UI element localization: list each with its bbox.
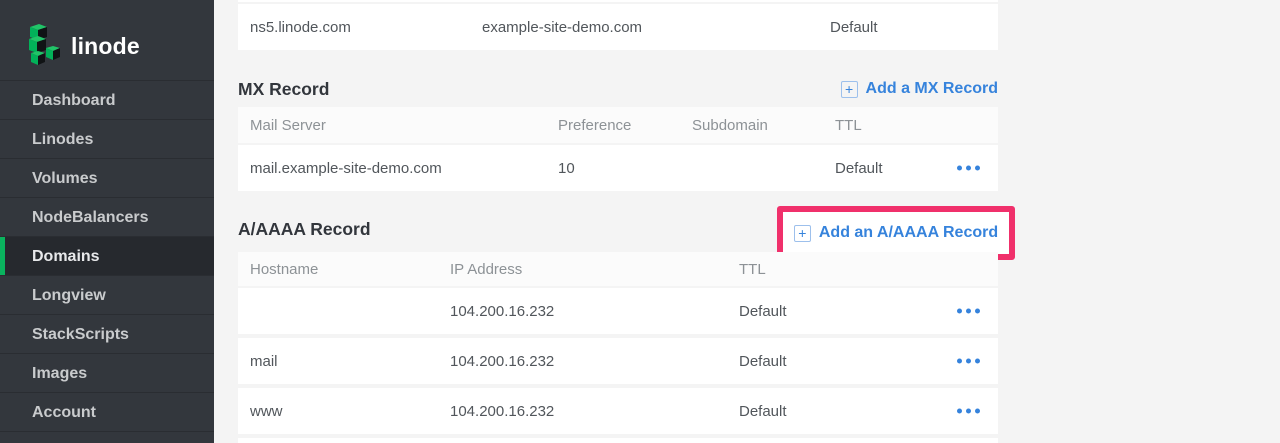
- a-col-ttl: TTL: [739, 252, 766, 286]
- sidebar-item-linodes[interactable]: Linodes: [0, 120, 214, 159]
- mx-preference-cell: 10: [558, 145, 575, 191]
- linode-logo-icon: [22, 23, 62, 69]
- linode-logo[interactable]: linode: [0, 0, 214, 76]
- a-row-actions-menu-icon[interactable]: [953, 303, 984, 320]
- mx-col-ttl: TTL: [835, 107, 862, 143]
- mx-ttl-cell: Default: [835, 145, 883, 191]
- add-a-aaaa-record-label: Add an A/AAAA Record: [819, 224, 998, 242]
- a-table-row-partial: [238, 438, 998, 443]
- add-mx-record-button[interactable]: + Add a MX Record: [841, 80, 998, 98]
- a-ttl-cell: Default: [739, 388, 787, 434]
- plus-icon: +: [794, 225, 811, 242]
- a-ip-cell: 104.200.16.232: [450, 388, 554, 434]
- add-a-aaaa-record-button[interactable]: + Add an A/AAAA Record: [794, 224, 998, 242]
- a-hostname-cell: www: [250, 388, 283, 434]
- sidebar-item-longview[interactable]: Longview: [0, 276, 214, 315]
- a-ttl-cell: Default: [739, 338, 787, 384]
- a-ip-cell: 104.200.16.232: [450, 338, 554, 384]
- a-section-title: A/AAAA Record: [238, 219, 371, 240]
- mx-table-header: Mail Server Preference Subdomain TTL: [238, 107, 998, 143]
- sidebar: linode Dashboard Linodes Volumes NodeBal…: [0, 0, 214, 443]
- sidebar-item-stackscripts[interactable]: StackScripts: [0, 315, 214, 354]
- ns-domain-cell: example-site-demo.com: [482, 4, 642, 50]
- mx-col-subdomain: Subdomain: [692, 107, 768, 143]
- a-table-row: 104.200.16.232 Default: [238, 288, 998, 334]
- mx-col-preference: Preference: [558, 107, 631, 143]
- add-mx-record-label: Add a MX Record: [866, 80, 998, 98]
- ns-table-row: ns5.linode.com example-site-demo.com Def…: [238, 4, 998, 50]
- a-ttl-cell: Default: [739, 288, 787, 334]
- sidebar-nav: Dashboard Linodes Volumes NodeBalancers …: [0, 80, 214, 432]
- sidebar-item-nodebalancers[interactable]: NodeBalancers: [0, 198, 214, 237]
- a-table-header: Hostname IP Address TTL: [238, 252, 998, 286]
- sidebar-item-domains[interactable]: Domains: [0, 237, 214, 276]
- a-ip-cell: 104.200.16.232: [450, 288, 554, 334]
- domain-records-panel: ns5.linode.com example-site-demo.com Def…: [214, 0, 1280, 443]
- linode-manager-screen: linode Dashboard Linodes Volumes NodeBal…: [0, 0, 1280, 443]
- mx-row-actions-menu-icon[interactable]: [953, 160, 984, 177]
- a-table-row: www 104.200.16.232 Default: [238, 388, 998, 434]
- a-row-actions-menu-icon[interactable]: [953, 353, 984, 370]
- ns-name-server-cell: ns5.linode.com: [250, 4, 351, 50]
- ns-table-row-partial: [238, 0, 998, 2]
- sidebar-item-volumes[interactable]: Volumes: [0, 159, 214, 198]
- a-hostname-cell: mail: [250, 338, 278, 384]
- sidebar-item-dashboard[interactable]: Dashboard: [0, 81, 214, 120]
- sidebar-item-images[interactable]: Images: [0, 354, 214, 393]
- a-col-hostname: Hostname: [250, 252, 318, 286]
- plus-icon: +: [841, 81, 858, 98]
- mx-section-title: MX Record: [238, 79, 329, 100]
- mx-col-mail-server: Mail Server: [250, 107, 326, 143]
- mx-mail-server-cell: mail.example-site-demo.com: [250, 145, 442, 191]
- logo-wordmark: linode: [71, 33, 140, 60]
- mx-table-row: mail.example-site-demo.com 10 Default: [238, 145, 998, 191]
- a-col-ip-address: IP Address: [450, 252, 522, 286]
- ns-ttl-cell: Default: [830, 4, 878, 50]
- a-table-row: mail 104.200.16.232 Default: [238, 338, 998, 384]
- a-row-actions-menu-icon[interactable]: [953, 403, 984, 420]
- sidebar-item-account[interactable]: Account: [0, 393, 214, 432]
- mx-section-header: MX Record + Add a MX Record: [238, 76, 998, 102]
